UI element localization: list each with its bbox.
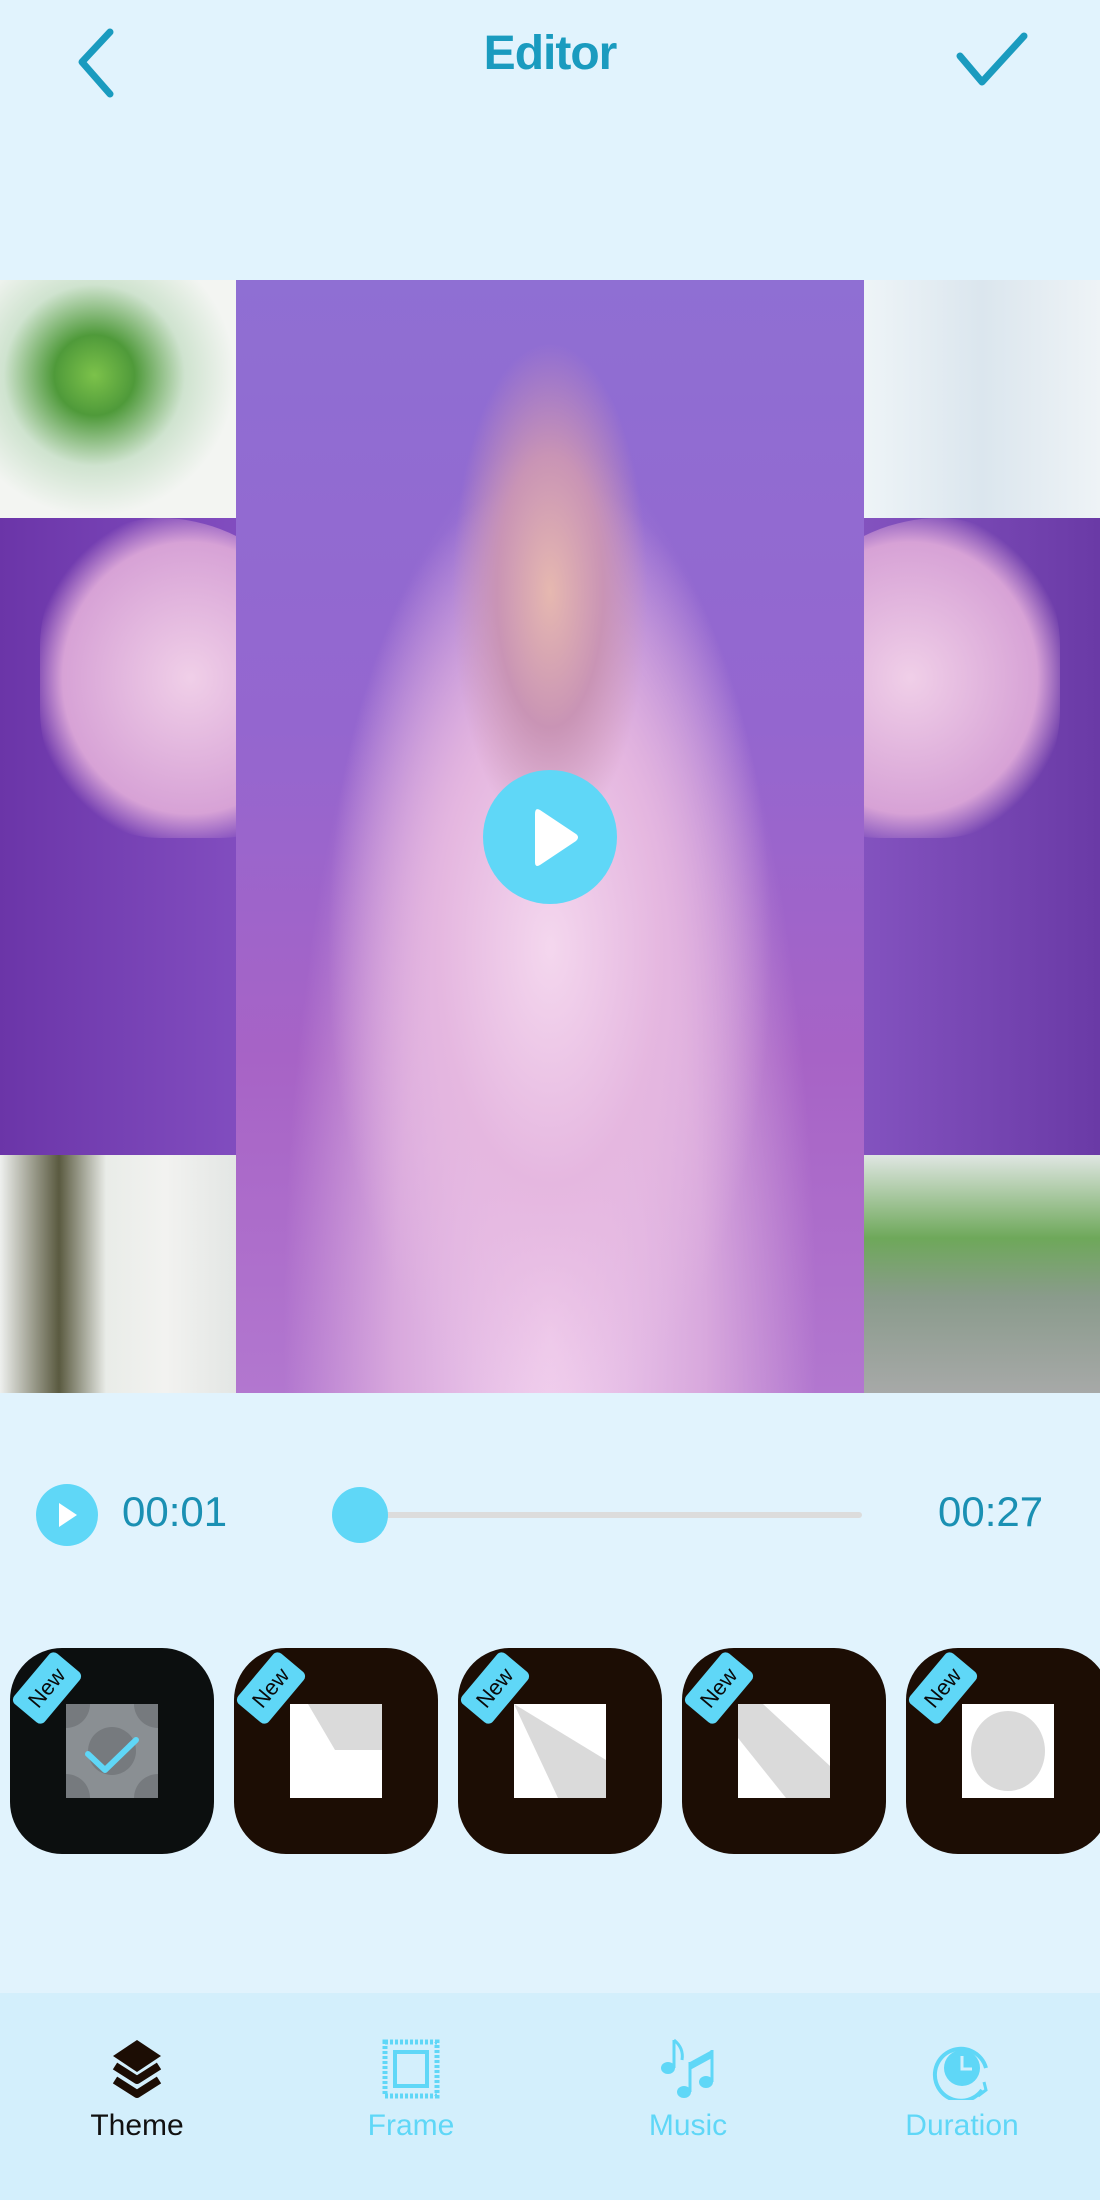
theme-preview (290, 1704, 382, 1798)
nav-item-frame[interactable]: Frame (311, 1993, 511, 2200)
clock-icon (932, 2046, 988, 2100)
nav-label: Frame (367, 2109, 455, 2142)
preview-tile-top-right (864, 280, 1100, 518)
diagonal-fold-icon (308, 1704, 382, 1750)
timeline-track[interactable] (340, 1512, 862, 1518)
bottom-navigation: Theme Frame Music Duration (0, 1993, 1100, 2200)
theme-item[interactable]: New (458, 1648, 662, 1854)
theme-item[interactable]: New (906, 1648, 1100, 1854)
nav-item-duration[interactable]: Duration (862, 1993, 1062, 2200)
wedge-icon (514, 1704, 606, 1798)
nav-item-music[interactable]: Music (588, 1993, 788, 2200)
music-notes-icon (661, 2038, 714, 2098)
layers-icon (112, 2040, 162, 2098)
theme-preview (962, 1704, 1054, 1798)
current-time: 00:01 (122, 1488, 228, 1535)
play-icon (535, 809, 578, 866)
nav-label: Theme (90, 2109, 184, 2142)
diagonal-band-icon (738, 1704, 830, 1798)
checkmark-icon (956, 32, 1028, 86)
video-preview[interactable] (0, 280, 1100, 1393)
nav-label: Duration (905, 2109, 1019, 2142)
theme-item[interactable]: New (10, 1648, 214, 1854)
done-button[interactable] (950, 30, 1030, 90)
theme-preview (738, 1704, 830, 1798)
timeline-scrubber-handle[interactable] (332, 1487, 389, 1543)
theme-preview (66, 1704, 158, 1798)
timeline-play-button[interactable] (36, 1484, 98, 1546)
circle-icon (971, 1711, 1045, 1791)
page-title: Editor (483, 27, 618, 80)
dots-pattern-icon (66, 1704, 158, 1798)
play-icon (59, 1503, 77, 1527)
preview-tile-bottom-left (0, 1155, 236, 1393)
nav-item-theme[interactable]: Theme (37, 1993, 237, 2200)
frame-icon (382, 2039, 440, 2099)
theme-preview (514, 1704, 606, 1798)
total-duration: 00:27 (938, 1488, 1044, 1535)
nav-label: Music (648, 2109, 728, 2142)
preview-tile-top-left (0, 280, 236, 518)
preview-play-button[interactable] (483, 770, 617, 904)
theme-item[interactable]: New (234, 1648, 438, 1854)
preview-tile-bottom-right (864, 1155, 1100, 1393)
theme-item[interactable]: New (682, 1648, 886, 1854)
